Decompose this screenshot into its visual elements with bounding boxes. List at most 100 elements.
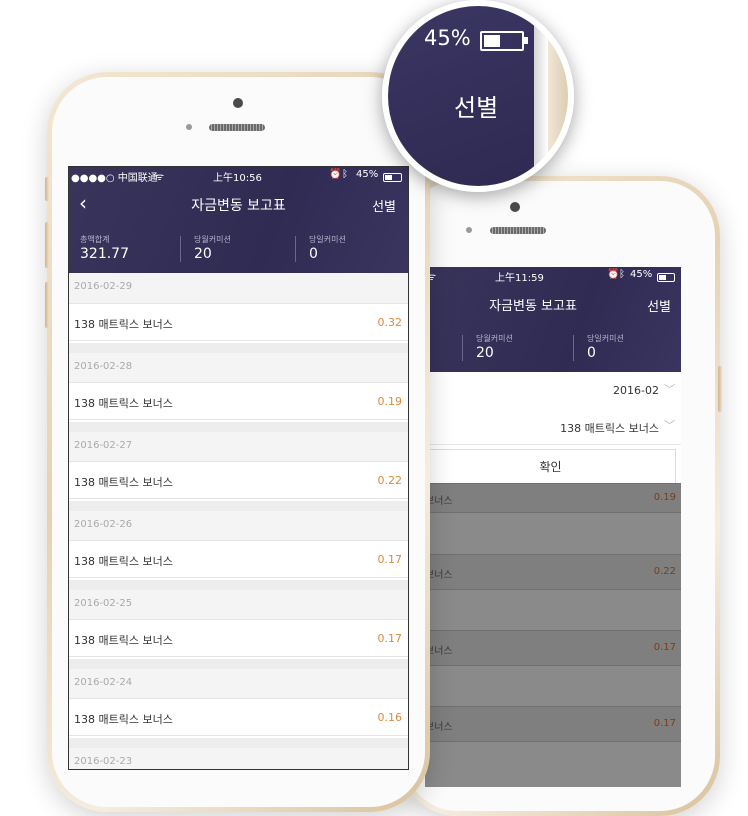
dimmed-row: 보너스 0.19 <box>425 483 681 513</box>
zoom-battery-icon <box>480 30 528 51</box>
mute-switch <box>45 177 49 201</box>
stat-day-commission: 당일커미션 0 <box>587 333 624 361</box>
entry-date: 2016-02-26 <box>74 519 133 530</box>
dim-overlay[interactable]: 보너스 0.19 보너스 0.22 보너스 0.17 보너스 0.17 <box>425 483 681 787</box>
entry-name: 138 매트릭스 보너스 <box>74 318 173 331</box>
entry-amount: 0.19 <box>377 395 403 408</box>
stat-divider <box>462 335 463 361</box>
confirm-label: 확인 <box>539 460 562 474</box>
entry-date: 2016-02-27 <box>74 440 133 451</box>
list-item[interactable]: 138 매트릭스 보너스 0.19 <box>69 382 408 420</box>
date-header: 2016-02-29 <box>69 273 408 303</box>
entry-name: 138 매트릭스 보너스 <box>74 555 173 568</box>
filter-button[interactable]: 선별 <box>372 196 396 215</box>
bluetooth-icon: ᛒ <box>342 169 348 180</box>
volume-down-button <box>45 282 49 328</box>
earpiece-speaker <box>490 227 546 234</box>
front-camera <box>233 98 243 108</box>
stat-month-commission: 당월커미션 20 <box>194 234 231 262</box>
entry-name: 138 매트릭스 보너스 <box>74 713 173 726</box>
front-camera <box>510 202 520 212</box>
carrier-label: ●●●●○ 中国联通 <box>71 173 158 184</box>
month-select[interactable]: 2016-02 ﹀ <box>425 372 681 409</box>
stat-value: 321.77 <box>80 246 129 262</box>
front-screen: ●●●●○ 中国联通 ᯤ 上午10:56 ⏰ ᛒ 45% ‹ 자금변동 보고표 … <box>68 166 409 770</box>
wifi-icon: ᯤ <box>155 172 165 183</box>
chevron-down-icon: ﹀ <box>664 383 675 396</box>
status-time: 上午11:59 <box>495 273 544 284</box>
status-battery-text: 45% <box>630 269 653 280</box>
entry-amount: 0.17 <box>377 553 403 566</box>
stat-value: 20 <box>194 246 212 262</box>
back-phone: ᯤ 上午11:59 ⏰ ᛒ 45% 자금변동 보고표 선별 당월커미션 20 당… <box>398 176 722 816</box>
status-time: 上午10:56 <box>213 173 262 184</box>
entry-amount: 0.16 <box>377 711 403 724</box>
zoom-callout: 45% 선별 <box>382 0 574 192</box>
date-header: 2016-02-24 <box>69 659 408 699</box>
stat-divider <box>295 236 296 262</box>
type-value: 138 매트릭스 보너스 <box>560 422 659 435</box>
stat-month-commission: 당월커미션 20 <box>476 333 513 361</box>
entry-name: 138 매트릭스 보너스 <box>74 476 173 489</box>
dimmed-amount: 0.17 <box>653 718 676 729</box>
dimmed-row: 보너스 0.17 <box>425 630 681 666</box>
front-phone: ●●●●○ 中国联通 ᯤ 上午10:56 ⏰ ᛒ 45% ‹ 자금변동 보고표 … <box>45 72 430 812</box>
list-item[interactable]: 138 매트릭스 보너스 0.22 <box>69 461 408 499</box>
entry-name: 138 매트릭스 보너스 <box>74 397 173 410</box>
chevron-down-icon: ﹀ <box>664 419 675 432</box>
alarm-icon: ⏰ <box>329 169 342 180</box>
stat-total: 총액합계 321.77 <box>80 234 129 262</box>
date-header: 2016-02-28 <box>69 343 408 383</box>
status-battery-text: 45% <box>356 169 379 180</box>
page-title: 자금변동 보고표 <box>191 198 286 214</box>
dimmed-amount: 0.17 <box>653 642 676 653</box>
dimmed-amount: 0.22 <box>653 566 676 577</box>
date-header: 2016-02-27 <box>69 422 408 462</box>
list-item[interactable]: 138 매트릭스 보너스 0.17 <box>69 540 408 578</box>
entry-date: 2016-02-25 <box>74 598 133 609</box>
proximity-sensor <box>466 227 472 233</box>
zoom-phone-edge <box>548 6 568 186</box>
confirm-button[interactable]: 확인 <box>425 449 676 485</box>
stat-divider <box>180 236 181 262</box>
entry-amount: 0.32 <box>377 316 403 329</box>
alarm-icon: ⏰ <box>607 269 620 280</box>
list-item[interactable]: 138 매트릭스 보너스 0.17 <box>69 619 408 657</box>
earpiece-speaker <box>209 124 265 131</box>
front-header: ●●●●○ 中国联通 ᯤ 上午10:56 ⏰ ᛒ 45% ‹ 자금변동 보고표 … <box>69 167 408 273</box>
zoom-filter-label: 선별 <box>454 94 499 122</box>
volume-up-button <box>45 222 49 268</box>
stat-divider <box>573 335 574 361</box>
entry-amount: 0.22 <box>377 474 403 487</box>
stat-value: 20 <box>476 345 494 361</box>
front-status-bar: ●●●●○ 中国联通 ᯤ 上午10:56 ⏰ ᛒ 45% <box>69 167 408 184</box>
list-item[interactable]: 138 매트릭스 보너스 0.32 <box>69 303 408 341</box>
entry-name: 138 매트릭스 보너스 <box>74 634 173 647</box>
stat-label: 당일커미션 <box>309 235 346 244</box>
dimmed-row: 보너스 0.17 <box>425 706 681 742</box>
page-title: 자금변동 보고표 <box>489 299 577 314</box>
entry-date: 2016-02-24 <box>74 677 133 688</box>
stat-label: 당일커미션 <box>587 334 624 343</box>
entry-date: 2016-02-28 <box>74 361 133 372</box>
entry-amount: 0.17 <box>377 632 403 645</box>
type-select[interactable]: 138 매트릭스 보너스 ﹀ <box>425 408 681 445</box>
date-header: 2016-02-26 <box>69 501 408 541</box>
dimmed-row: 보너스 0.22 <box>425 554 681 590</box>
zoom-battery-text: 45% <box>424 26 471 50</box>
month-value: 2016-02 <box>613 384 659 397</box>
zoom-bezel <box>534 6 548 186</box>
back-status-bar: ᯤ 上午11:59 ⏰ ᛒ 45% <box>425 267 681 284</box>
stat-value: 0 <box>309 246 318 262</box>
list-item[interactable]: 138 매트릭스 보너스 0.16 <box>69 698 408 736</box>
back-header: ᯤ 上午11:59 ⏰ ᛒ 45% 자금변동 보고표 선별 당월커미션 20 당… <box>425 267 681 372</box>
date-header: 2016-02-25 <box>69 580 408 620</box>
entry-date: 2016-02-23 <box>74 756 133 767</box>
proximity-sensor <box>186 124 192 130</box>
stat-value: 0 <box>587 345 596 361</box>
bluetooth-icon: ᛒ <box>619 269 625 280</box>
date-header: 2016-02-23 <box>69 738 408 769</box>
stat-label: 당월커미션 <box>194 235 231 244</box>
filter-button[interactable]: 선별 <box>647 296 671 315</box>
entry-date: 2016-02-29 <box>74 281 133 292</box>
